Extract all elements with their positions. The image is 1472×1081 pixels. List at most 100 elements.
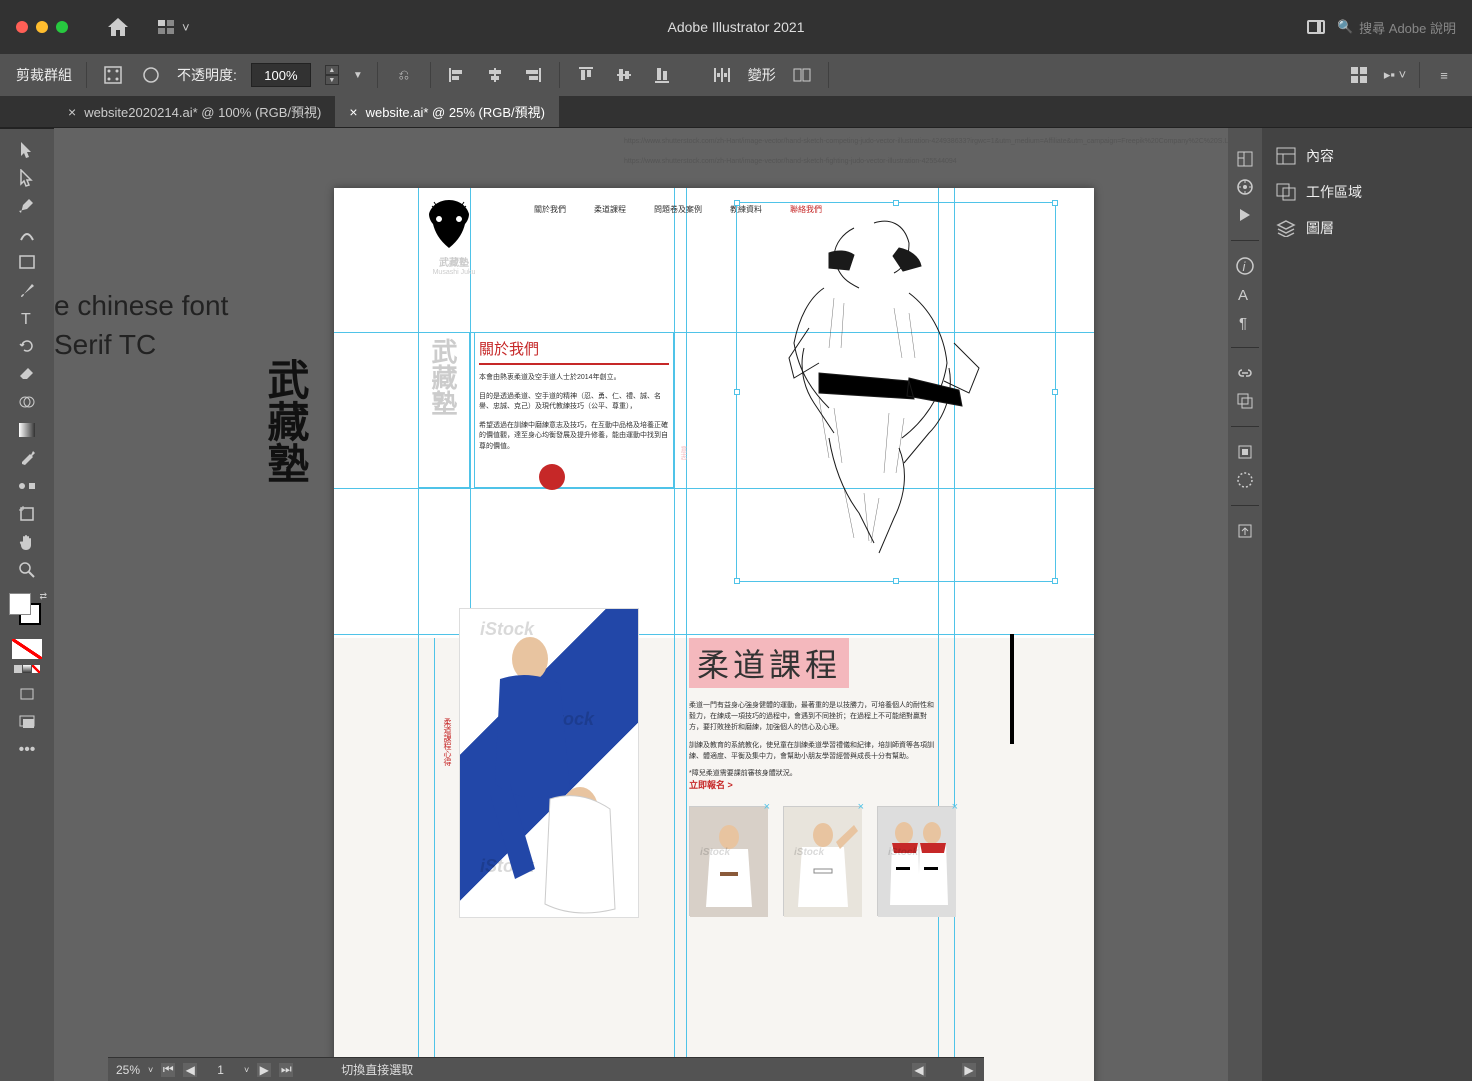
nav-item: 關於我們 bbox=[534, 204, 566, 215]
red-circle-decoration bbox=[539, 464, 565, 490]
zoom-tool[interactable] bbox=[11, 557, 43, 583]
artboard-number[interactable]: 1 bbox=[205, 1063, 236, 1077]
blend-tool[interactable] bbox=[11, 473, 43, 499]
about-paragraph: 目的是透過柔道、空手道的精神（忍、勇、仁、禮、誠、名譽、忠誠、克己）及現代教練技… bbox=[479, 392, 669, 413]
maximize-window-button[interactable] bbox=[56, 21, 68, 33]
document-tab-1[interactable]: × website2020214.ai* @ 100% (RGB/預視) bbox=[54, 96, 335, 127]
align-hcenter-icon[interactable] bbox=[483, 63, 507, 87]
artboard-tool[interactable] bbox=[11, 501, 43, 527]
eraser-tool[interactable] bbox=[11, 361, 43, 387]
course-text: 柔道一門有益身心強身健體的運動，最著重的是以技勝力，可培養個人的耐性和毅力，在練… bbox=[689, 700, 934, 779]
opacity-input[interactable] bbox=[251, 63, 311, 87]
scroll-right-icon[interactable]: ▶ bbox=[962, 1063, 976, 1077]
character-panel-icon[interactable]: A bbox=[1232, 281, 1258, 307]
curvature-tool[interactable] bbox=[11, 221, 43, 247]
about-paragraph: 希望透過在訓練中磨練意志及技巧，在互動中品格及培養正確的價值觀，達至身心均衡發展… bbox=[479, 421, 669, 453]
small-pink-text: 意志 bbox=[678, 446, 688, 460]
direct-selection-tool[interactable] bbox=[11, 165, 43, 191]
isolate-group-icon[interactable] bbox=[101, 63, 125, 87]
opacity-stepper[interactable]: ▲▼ bbox=[325, 65, 339, 85]
tiger-logo-icon bbox=[424, 198, 474, 252]
crop-icon[interactable]: ⎌ bbox=[392, 63, 416, 87]
transform-icon[interactable] bbox=[790, 63, 814, 87]
transform-label[interactable]: 變形 bbox=[748, 65, 776, 85]
color-none-icon[interactable] bbox=[12, 639, 42, 659]
svg-text:i: i bbox=[1243, 259, 1247, 274]
home-icon[interactable] bbox=[108, 18, 128, 36]
eyedropper-tool[interactable] bbox=[11, 445, 43, 471]
content-panel-icon bbox=[1276, 147, 1296, 165]
chevron-down-icon[interactable]: ▼ bbox=[353, 70, 363, 81]
status-hint: 切換直接選取 bbox=[341, 1061, 413, 1078]
content-panel-row[interactable]: 內容 bbox=[1272, 138, 1462, 174]
arrange-icon[interactable]: ▸▪ ˅ bbox=[1383, 63, 1407, 87]
main-area: T ⇄ ••• e chinese font Serif TC 武藏塾 http… bbox=[0, 128, 1472, 1081]
left-toolbar: T ⇄ ••• bbox=[0, 128, 54, 1081]
fill-stroke-swatch[interactable]: ⇄ bbox=[9, 593, 45, 629]
selection-tool[interactable] bbox=[11, 137, 43, 163]
artboard: 武藏塾 Musashi Juku 關於我們 柔道課程 問題卷及案例 教練資料 聯… bbox=[334, 188, 1094, 1081]
vertical-label: 柔道課程心得 bbox=[442, 718, 453, 766]
hand-tool[interactable] bbox=[11, 529, 43, 555]
distribute-icon[interactable] bbox=[710, 63, 734, 87]
color-mode-icons[interactable] bbox=[14, 665, 40, 673]
artboard-next-icon[interactable]: ▶ bbox=[257, 1063, 271, 1077]
chevron-down-icon[interactable]: ˅ bbox=[244, 1065, 249, 1075]
paragraph-panel-icon[interactable]: ¶ bbox=[1232, 309, 1258, 335]
offcanvas-calligraphy: 武藏塾 bbox=[254, 358, 315, 484]
export-panel-icon[interactable] bbox=[1232, 518, 1258, 544]
type-tool[interactable]: T bbox=[11, 305, 43, 331]
panel-layout-icon[interactable] bbox=[1307, 20, 1325, 34]
workspace-switcher[interactable]: ˅ bbox=[158, 20, 190, 35]
zoom-level[interactable]: 25% bbox=[116, 1063, 140, 1077]
info-panel-icon[interactable]: i bbox=[1232, 253, 1258, 279]
rotate-tool[interactable] bbox=[11, 333, 43, 359]
align-panel-icon[interactable] bbox=[1232, 439, 1258, 465]
about-title: 關於我們 bbox=[479, 338, 669, 365]
align-vcenter-icon[interactable] bbox=[612, 63, 636, 87]
draw-mode-icon[interactable] bbox=[11, 681, 43, 707]
artboard-prev-icon[interactable]: ◀ bbox=[183, 1063, 197, 1077]
properties-panel-icon[interactable] bbox=[1232, 146, 1258, 172]
edit-mask-icon[interactable] bbox=[139, 63, 163, 87]
minimize-window-button[interactable] bbox=[36, 21, 48, 33]
align-left-icon[interactable] bbox=[445, 63, 469, 87]
layers-panel-row[interactable]: 圖層 bbox=[1272, 210, 1462, 246]
right-dock: i A ¶ bbox=[1228, 128, 1262, 1081]
screen-mode-icon[interactable] bbox=[11, 709, 43, 735]
align-bottom-icon[interactable] bbox=[650, 63, 674, 87]
grid-options-icon[interactable] bbox=[1347, 63, 1371, 87]
about-calligraphy: 武藏塾 bbox=[424, 338, 461, 416]
actions-panel-icon[interactable] bbox=[1232, 202, 1258, 228]
rectangle-tool[interactable] bbox=[11, 249, 43, 275]
help-search[interactable]: 🔍 搜尋 Adobe 說明 bbox=[1337, 18, 1456, 37]
align-right-icon[interactable] bbox=[521, 63, 545, 87]
align-top-icon[interactable] bbox=[574, 63, 598, 87]
close-tab-icon[interactable]: × bbox=[68, 104, 76, 120]
shape-builder-tool[interactable] bbox=[11, 389, 43, 415]
signup-link: 立即報名 > bbox=[689, 778, 733, 791]
pathfinder-panel-icon[interactable] bbox=[1232, 467, 1258, 493]
close-tab-icon[interactable]: × bbox=[349, 104, 357, 120]
artboards-panel-icon[interactable] bbox=[1232, 388, 1258, 414]
gradient-tool[interactable] bbox=[11, 417, 43, 443]
search-icon: 🔍 bbox=[1337, 19, 1353, 35]
url-note-1: https://www.shutterstock.com/zh-Hant/ima… bbox=[624, 138, 1228, 145]
paintbrush-tool[interactable] bbox=[11, 277, 43, 303]
artboards-panel-row[interactable]: 工作區域 bbox=[1272, 174, 1462, 210]
judo-sketch-image bbox=[734, 198, 1054, 578]
document-tab-2[interactable]: × website.ai* @ 25% (RGB/預視) bbox=[335, 96, 559, 127]
chevron-down-icon[interactable]: ˅ bbox=[148, 1065, 153, 1075]
menu-icon[interactable]: ≡ bbox=[1432, 63, 1456, 87]
libraries-panel-icon[interactable] bbox=[1232, 174, 1258, 200]
artboard-first-icon[interactable]: ⏮ bbox=[161, 1063, 175, 1077]
canvas[interactable]: e chinese font Serif TC 武藏塾 https://www.… bbox=[54, 128, 1228, 1081]
artboard-last-icon[interactable]: ⏭ bbox=[279, 1063, 293, 1077]
links-panel-icon[interactable] bbox=[1232, 360, 1258, 386]
svg-text:¶: ¶ bbox=[1239, 315, 1247, 330]
pen-tool[interactable] bbox=[11, 193, 43, 219]
close-window-button[interactable] bbox=[16, 21, 28, 33]
edit-toolbar-icon[interactable]: ••• bbox=[11, 737, 43, 763]
scroll-left-icon[interactable]: ◀ bbox=[912, 1063, 926, 1077]
tab-label: website.ai* @ 25% (RGB/預視) bbox=[366, 102, 545, 121]
